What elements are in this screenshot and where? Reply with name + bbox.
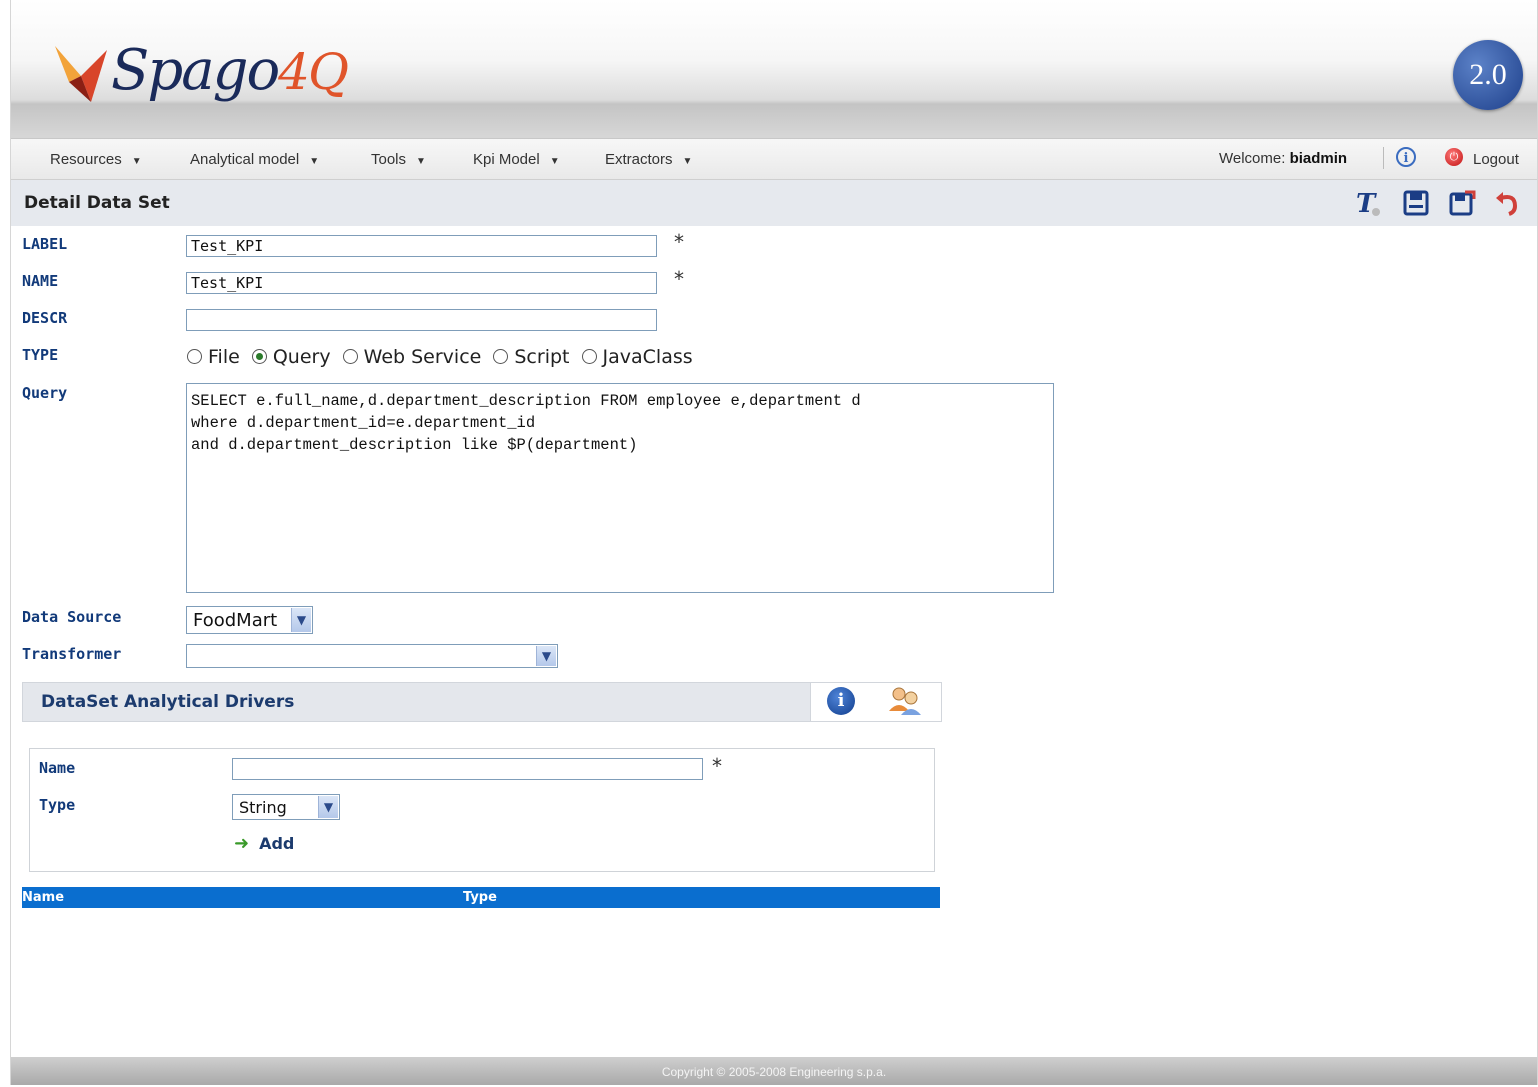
users-icon[interactable] — [887, 685, 923, 717]
type-radio-script[interactable]: Script — [493, 346, 569, 368]
type-radio-javaclass[interactable]: JavaClass — [581, 346, 693, 368]
test-dataset-icon[interactable]: T — [1353, 188, 1383, 218]
type-radio-query[interactable]: Query — [251, 346, 331, 368]
data-source-caption: Data Source — [22, 608, 122, 626]
menu-analytical-model[interactable]: Analytical model ▼ — [190, 151, 319, 168]
analytical-driver-form: Name * Type String ▼ ➜ Add — [29, 748, 935, 872]
app-frame: Spago4Q 2.0 Resources ▼ Analytical model ▼… — [10, 0, 1538, 1085]
main-menu-bar: Resources ▼ Analytical model ▼ Tools ▼ Kpi … — [11, 138, 1537, 180]
driver-type-caption: Type — [39, 796, 76, 814]
name-required-mark: * — [674, 267, 684, 291]
column-header-type: Type — [463, 890, 497, 905]
back-icon[interactable] — [1493, 188, 1523, 218]
column-header-name: Name — [22, 890, 65, 905]
chevron-down-icon: ▼ — [536, 646, 556, 666]
driver-name-required-mark: * — [712, 754, 722, 778]
chevron-down-icon: ▼ — [291, 608, 311, 632]
data-source-select[interactable]: FoodMart ▼ — [186, 606, 313, 634]
dropdown-arrow-icon: ▼ — [309, 156, 320, 167]
logout-icon[interactable]: ⏻ — [1445, 148, 1463, 166]
info-icon[interactable]: i — [827, 687, 855, 715]
page-title: Detail Data Set — [24, 193, 170, 213]
spago4q-logo: Spago4Q — [51, 38, 351, 120]
version-badge: 2.0 — [1453, 40, 1523, 110]
analytical-drivers-title: DataSet Analytical Drivers — [41, 692, 295, 712]
logo-wordmark: Spago4Q — [111, 38, 349, 103]
label-field[interactable] — [186, 235, 657, 257]
transformer-select[interactable]: ▼ — [186, 644, 558, 668]
type-field-caption: TYPE — [22, 346, 59, 364]
driver-type-select[interactable]: String ▼ — [232, 794, 340, 820]
label-field-caption: LABEL — [22, 235, 68, 253]
app-header: Spago4Q 2.0 — [11, 0, 1537, 138]
drivers-table-header: Name Type — [22, 887, 940, 908]
type-radio-group: File Query Web Service Script JavaClass — [187, 346, 699, 368]
footer-copyright: Copyright © 2005-2008 Engineering s.p.a. — [11, 1057, 1537, 1085]
logout-link[interactable]: Logout — [1473, 151, 1519, 168]
descr-field[interactable] — [186, 309, 657, 331]
bird-logo-icon — [55, 46, 107, 102]
analytical-drivers-header: DataSet Analytical Drivers i — [22, 682, 942, 722]
menu-tools[interactable]: Tools ▼ — [371, 151, 426, 168]
transformer-caption: Transformer — [22, 645, 122, 663]
dropdown-arrow-icon: ▼ — [682, 156, 693, 167]
save-icon[interactable] — [1401, 188, 1431, 218]
dropdown-arrow-icon: ▼ — [131, 156, 142, 167]
query-field-caption: Query — [22, 384, 68, 402]
menu-kpi-model[interactable]: Kpi Model ▼ — [473, 151, 560, 168]
welcome-text: Welcome: biadmin — [1219, 150, 1348, 167]
menu-resources[interactable]: Resources ▼ — [50, 151, 142, 168]
save-and-back-icon[interactable] — [1447, 188, 1477, 218]
name-field-caption: NAME — [22, 272, 59, 290]
info-icon[interactable]: i — [1396, 147, 1416, 167]
query-textarea[interactable]: SELECT e.full_name,d.department_descript… — [186, 383, 1054, 593]
username: biadmin — [1289, 150, 1348, 167]
type-radio-web-service[interactable]: Web Service — [342, 346, 481, 368]
add-arrow-icon: ➜ — [234, 833, 250, 854]
menu-separator — [1383, 147, 1384, 169]
add-driver-button[interactable]: ➜ Add — [234, 833, 294, 854]
driver-name-field[interactable] — [232, 758, 703, 780]
descr-field-caption: DESCR — [22, 309, 68, 327]
label-required-mark: * — [674, 230, 684, 254]
dropdown-arrow-icon: ▼ — [416, 156, 426, 167]
driver-name-caption: Name — [39, 759, 76, 777]
name-field[interactable] — [186, 272, 657, 294]
analytical-drivers-toolbar: i — [810, 683, 941, 721]
chevron-down-icon: ▼ — [318, 796, 338, 818]
menu-extractors[interactable]: Extractors ▼ — [605, 151, 692, 168]
type-radio-file[interactable]: File — [187, 346, 240, 368]
dropdown-arrow-icon: ▼ — [549, 156, 560, 167]
detail-title-bar: Detail Data Set T — [11, 180, 1537, 226]
